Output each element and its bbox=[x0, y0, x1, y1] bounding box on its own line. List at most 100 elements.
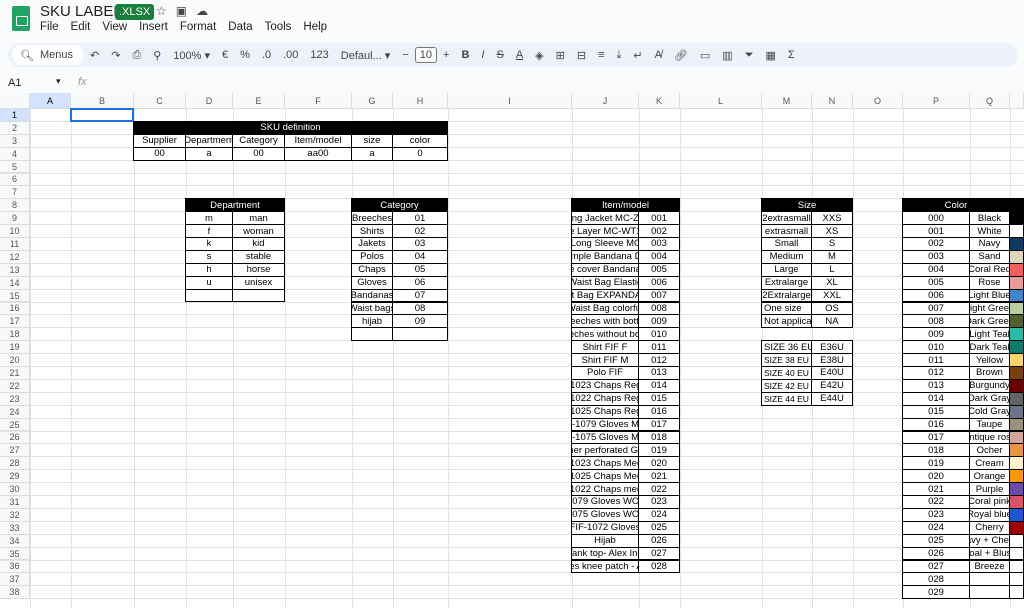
menu-data[interactable]: Data bbox=[228, 21, 252, 33]
row-header-36[interactable]: 36 bbox=[0, 560, 30, 574]
color-swatch[interactable] bbox=[1009, 288, 1024, 303]
table-cell[interactable]: 006 bbox=[638, 275, 680, 290]
column-label[interactable]: Supplier bbox=[133, 133, 186, 148]
table-cell[interactable]: 2Extralarge bbox=[761, 288, 812, 303]
table-cell[interactable]: Simple Bandana DS bbox=[571, 249, 639, 264]
row-header-7[interactable]: 7 bbox=[0, 186, 30, 200]
table-cell[interactable]: Small bbox=[761, 237, 812, 251]
font-size-increase-icon[interactable]: + bbox=[437, 49, 455, 61]
align-left-icon[interactable]: ≡ bbox=[592, 49, 610, 61]
column-header-N[interactable]: N bbox=[812, 93, 853, 109]
table-cell[interactable]: 016 bbox=[638, 404, 680, 419]
table-cell[interactable]: 017 bbox=[638, 417, 680, 432]
table-cell[interactable]: Sand bbox=[969, 249, 1010, 264]
color-swatch[interactable] bbox=[1009, 559, 1024, 574]
corner-cell[interactable] bbox=[0, 93, 30, 109]
table-cell[interactable]: Leather perforated Gloves bbox=[571, 443, 639, 458]
table-cell[interactable]: 026 bbox=[902, 546, 970, 561]
color-swatch[interactable] bbox=[1009, 224, 1024, 238]
table-cell[interactable]: 05 bbox=[392, 262, 448, 277]
table-cell[interactable]: FIF-1023 Chaps Medium bbox=[571, 456, 639, 471]
row-header-28[interactable]: 28 bbox=[0, 457, 30, 471]
color-swatch[interactable] bbox=[1009, 340, 1024, 355]
paint-format-icon[interactable]: ⚲ bbox=[147, 49, 167, 62]
table-cell[interactable]: 018 bbox=[902, 443, 970, 458]
column-header-J[interactable]: J bbox=[572, 93, 639, 109]
table-cell[interactable]: 09 bbox=[392, 314, 448, 329]
row-header-13[interactable]: 13 bbox=[0, 263, 30, 277]
column-header-E[interactable]: E bbox=[233, 93, 285, 109]
table-cell[interactable]: Breeze bbox=[969, 559, 1010, 574]
table-cell[interactable]: XS bbox=[811, 224, 853, 238]
menu-help[interactable]: Help bbox=[303, 21, 327, 33]
table-cell[interactable]: Antique rose bbox=[969, 430, 1010, 445]
table-cell[interactable]: 021 bbox=[638, 469, 680, 484]
row-header-3[interactable]: 3 bbox=[0, 134, 30, 148]
percent-button[interactable]: % bbox=[234, 49, 256, 61]
color-swatch[interactable] bbox=[1009, 443, 1024, 458]
row-header-24[interactable]: 24 bbox=[0, 405, 30, 419]
table-cell[interactable]: Men Long Sleeve MC-Z88 bbox=[571, 237, 639, 251]
menu-search[interactable]: 🔍︎ Menus bbox=[12, 45, 84, 65]
table-cell[interactable]: Medium bbox=[761, 249, 812, 264]
table-cell[interactable]: Base Layer MC-WT1423 bbox=[571, 224, 639, 238]
table-cell[interactable]: 019 bbox=[638, 443, 680, 458]
table-cell[interactable]: Chaps bbox=[351, 262, 393, 277]
table-cell[interactable]: SIZE 36 EU - 8 UK bbox=[761, 340, 812, 355]
menu-insert[interactable]: Insert bbox=[139, 21, 168, 33]
table-cell[interactable]: Breeches with botton bbox=[571, 314, 639, 329]
table-cell[interactable]: Purple bbox=[969, 482, 1010, 496]
star-icon[interactable]: ☆ bbox=[156, 4, 176, 18]
color-swatch[interactable] bbox=[1009, 469, 1024, 484]
table-cell[interactable]: 011 bbox=[638, 340, 680, 355]
table-cell[interactable]: Dark Gray bbox=[969, 391, 1010, 406]
table-cell[interactable]: XXL bbox=[811, 288, 853, 303]
table-cell[interactable]: Coal + Blush bbox=[969, 546, 1010, 561]
sheets-logo-icon[interactable] bbox=[12, 6, 30, 31]
row-header-5[interactable]: 5 bbox=[0, 160, 30, 174]
table-cell[interactable]: Cream bbox=[969, 456, 1010, 471]
table-cell[interactable]: 014 bbox=[902, 391, 970, 406]
column-header-L[interactable]: L bbox=[680, 93, 762, 109]
table-cell[interactable]: 023 bbox=[902, 507, 970, 522]
table-cell[interactable]: Dark Green bbox=[969, 314, 1010, 329]
column-header-H[interactable]: H bbox=[393, 93, 448, 109]
value-cell[interactable]: 0 bbox=[392, 146, 448, 161]
table-cell[interactable]: 000 bbox=[902, 211, 970, 226]
row-header-17[interactable]: 17 bbox=[0, 315, 30, 329]
table-cell[interactable]: Waist bags bbox=[351, 301, 393, 316]
row-header-26[interactable]: 26 bbox=[0, 431, 30, 445]
table-cell[interactable]: FIF-1075 Gloves MAN bbox=[571, 430, 639, 445]
menu-file[interactable]: File bbox=[40, 21, 59, 33]
table-cell[interactable]: 07 bbox=[392, 288, 448, 303]
table-cell[interactable]: 020 bbox=[638, 456, 680, 471]
table-cell[interactable] bbox=[969, 572, 1010, 587]
table-cell[interactable]: E42U bbox=[811, 378, 853, 393]
table-cell[interactable]: L bbox=[811, 262, 853, 277]
borders-icon[interactable]: ⊞ bbox=[550, 49, 571, 62]
row-header-4[interactable]: 4 bbox=[0, 147, 30, 161]
table-cell[interactable]: Gloves bbox=[351, 275, 393, 290]
table-cell[interactable]: FIF-1023 Chaps Regular bbox=[571, 378, 639, 393]
row-header-14[interactable]: 14 bbox=[0, 276, 30, 290]
table-cell[interactable]: Burgundy bbox=[969, 378, 1010, 393]
table-cell[interactable]: FIF-1079 Gloves WOMAN bbox=[571, 495, 639, 509]
text-color-button[interactable]: A bbox=[510, 49, 529, 61]
row-header-15[interactable]: 15 bbox=[0, 289, 30, 303]
table-cell[interactable]: FIF-1072 Gloves bbox=[571, 520, 639, 535]
table-cell[interactable]: s bbox=[185, 249, 233, 264]
undo-icon[interactable]: ↶ bbox=[84, 49, 105, 62]
value-cell[interactable]: aa00 bbox=[284, 146, 352, 161]
link-icon[interactable]: 🔗︎ bbox=[668, 49, 694, 62]
functions-icon[interactable]: Σ bbox=[782, 49, 801, 61]
color-swatch[interactable] bbox=[1009, 495, 1024, 509]
table-cell[interactable]: SIZE 44 EU - 16 UK bbox=[761, 391, 812, 406]
table-cell[interactable]: man bbox=[232, 211, 285, 226]
table-cell[interactable]: 022 bbox=[902, 495, 970, 509]
row-header-37[interactable]: 37 bbox=[0, 573, 30, 587]
row-header-1[interactable]: 1 bbox=[0, 109, 30, 122]
table-cell[interactable]: 009 bbox=[638, 314, 680, 329]
table-cell[interactable]: 025 bbox=[902, 533, 970, 548]
table-cell[interactable]: 022 bbox=[638, 482, 680, 496]
table-cell[interactable]: extrasmall bbox=[761, 224, 812, 238]
